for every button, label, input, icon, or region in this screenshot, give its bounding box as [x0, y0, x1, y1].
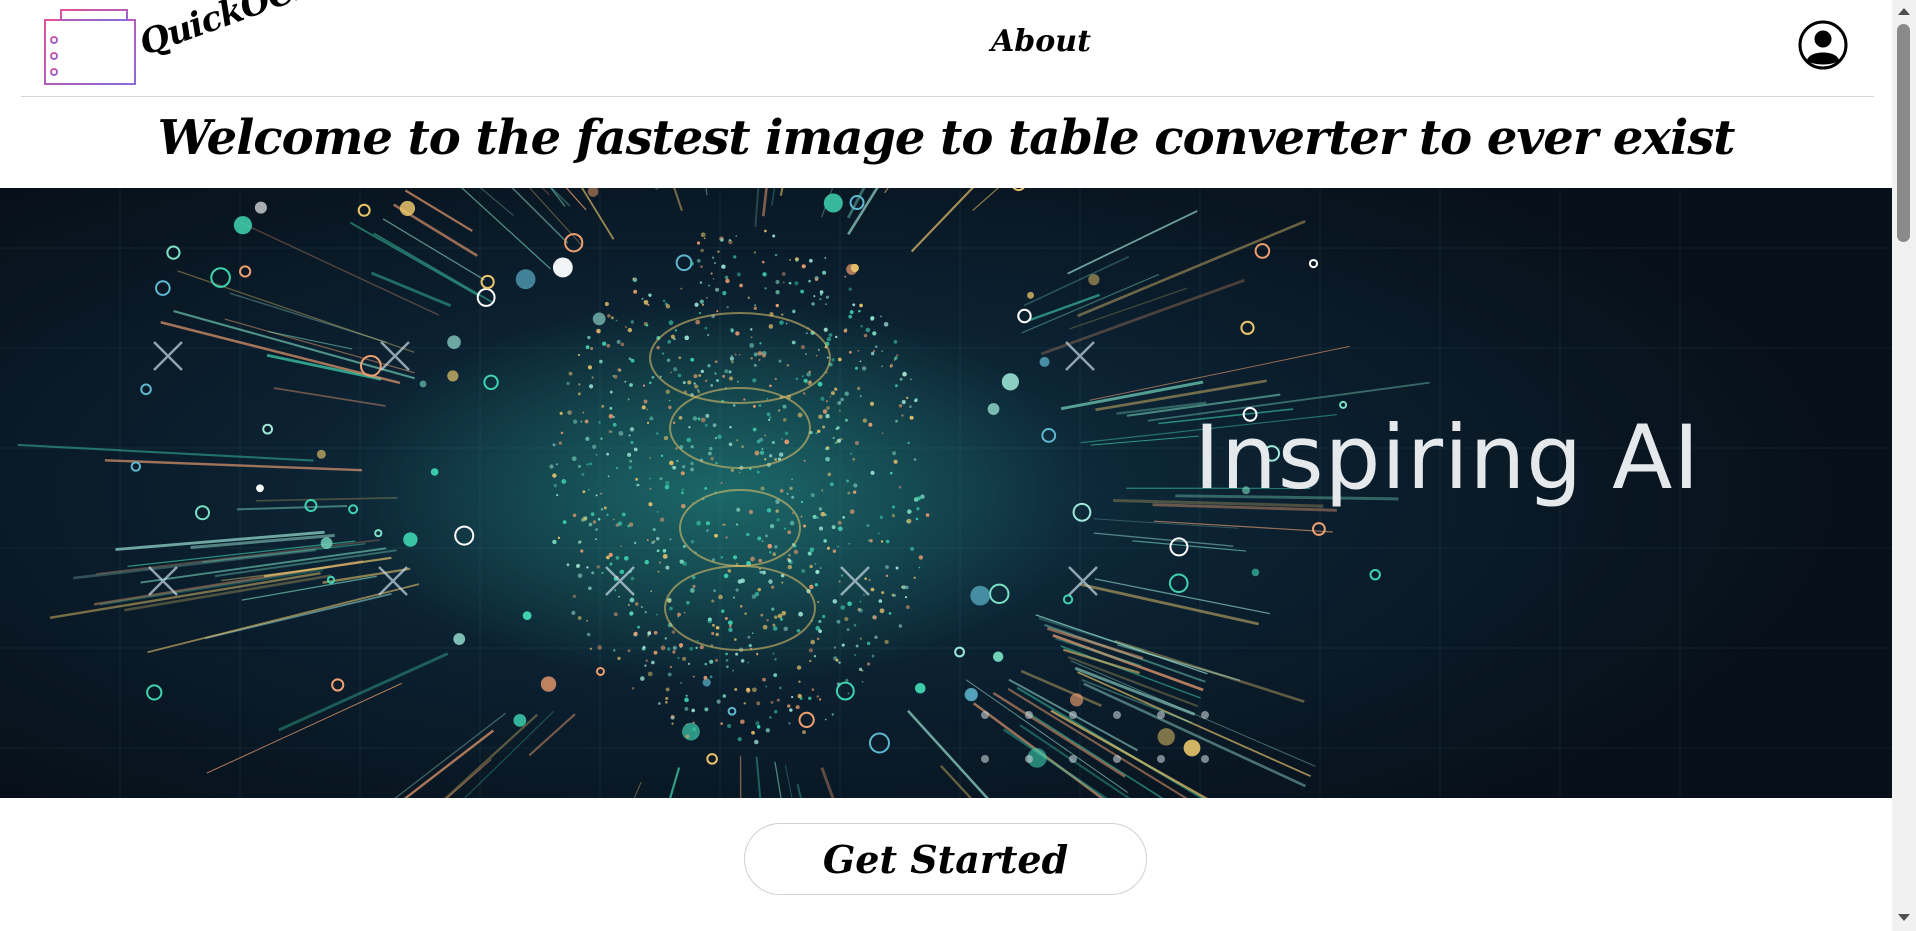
- brand-name[interactable]: QuickOCR: [134, 0, 325, 64]
- user-avatar-icon[interactable]: [1798, 20, 1848, 70]
- table-list-icon[interactable]: [43, 6, 139, 86]
- scroll-down-icon[interactable]: [1898, 914, 1910, 921]
- scroll-up-icon[interactable]: [1898, 8, 1910, 15]
- hero-text: Inspiring AI: [1194, 406, 1701, 509]
- get-started-button[interactable]: Get Started: [744, 823, 1147, 895]
- page: QuickOCR About Welcome to the fastest im…: [0, 0, 1916, 931]
- hero-banner: Inspiring AI: [0, 188, 1892, 798]
- top-navbar: QuickOCR About: [21, 0, 1874, 97]
- nav-link-about[interactable]: About: [991, 24, 1091, 59]
- vertical-scrollbar[interactable]: [1892, 0, 1916, 931]
- page-headline: Welcome to the fastest image to table co…: [157, 110, 1736, 166]
- scroll-thumb[interactable]: [1897, 24, 1910, 242]
